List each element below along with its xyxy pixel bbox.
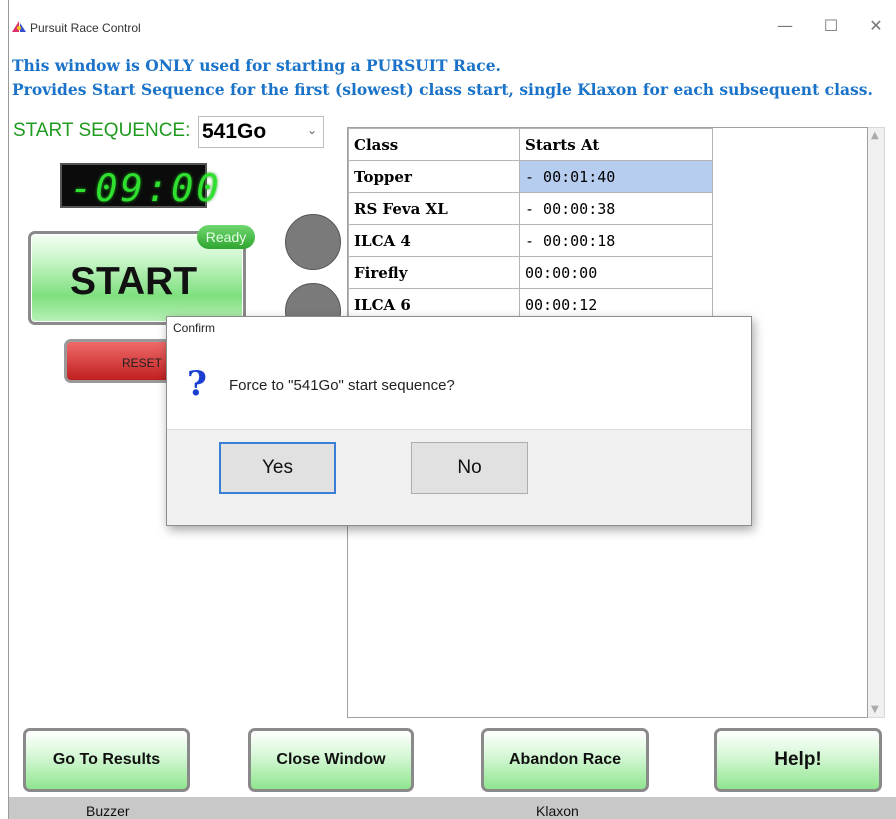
class-cell[interactable]: RS Feva XL — [348, 192, 520, 225]
buzzer-status: Buzzer — [86, 803, 130, 819]
maximize-button[interactable]: ☐ — [808, 12, 854, 40]
starts-at-cell[interactable]: 00:00:00 — [519, 256, 713, 289]
go-to-results-button[interactable]: Go To Results — [23, 728, 190, 792]
question-icon: ? — [187, 364, 207, 404]
help-label: Help! — [774, 749, 822, 770]
yes-button[interactable]: Yes — [219, 442, 336, 494]
info-line-1: This window is ONLY used for starting a … — [12, 56, 501, 75]
close-button[interactable]: ✕ — [853, 12, 896, 40]
countdown-clock: -09:00 — [60, 163, 219, 210]
confirm-dialog: Confirm ? Force to "541Go" start sequenc… — [166, 316, 752, 526]
starts-at-cell[interactable]: - 00:00:38 — [519, 192, 713, 225]
go-to-results-label: Go To Results — [52, 751, 161, 768]
table-header-row: Class Starts At — [348, 128, 713, 161]
dialog-title: Confirm — [173, 321, 216, 335]
window-title: Pursuit Race Control — [30, 21, 141, 35]
table-row[interactable]: Topper - 00:01:40 — [348, 160, 713, 193]
abandon-race-label: Abandon Race — [508, 751, 621, 768]
table-row[interactable]: ILCA 4 - 00:00:18 — [348, 224, 713, 257]
class-cell[interactable]: Topper — [348, 160, 520, 193]
window-left-border — [8, 0, 9, 819]
reset-button-label: RESET — [122, 356, 163, 370]
ready-badge: Ready — [197, 225, 255, 249]
klaxon-status: Klaxon — [536, 803, 579, 819]
start-button-label: START — [70, 260, 198, 303]
starts-at-cell[interactable]: - 00:01:40 — [519, 160, 713, 193]
signal-light-1 — [285, 214, 341, 270]
column-header-starts-at: Starts At — [519, 128, 713, 161]
minimize-button[interactable]: — — [762, 12, 808, 40]
vertical-scrollbar[interactable]: ▲ ▼ — [868, 127, 885, 718]
column-header-class: Class — [348, 128, 520, 161]
table-row[interactable]: Firefly 00:00:00 — [348, 256, 713, 289]
table-row[interactable]: RS Feva XL - 00:00:38 — [348, 192, 713, 225]
start-sequence-label: START SEQUENCE: — [13, 120, 191, 141]
close-window-button[interactable]: Close Window — [248, 728, 414, 792]
info-line-2: Provides Start Sequence for the first (s… — [12, 80, 873, 99]
start-sequence-value: 541Go — [202, 120, 267, 143]
starts-at-cell[interactable]: - 00:00:18 — [519, 224, 713, 257]
class-start-table: Class Starts At Topper - 00:01:40 RS Fev… — [348, 128, 713, 321]
abandon-race-button[interactable]: Abandon Race — [481, 728, 649, 792]
dialog-content-area: Confirm ? Force to "541Go" start sequenc… — [167, 317, 751, 430]
close-window-label: Close Window — [276, 751, 386, 768]
no-button[interactable]: No — [411, 442, 528, 494]
status-bar: Buzzer Klaxon — [9, 797, 896, 819]
dialog-message: Force to "541Go" start sequence? — [229, 377, 455, 394]
app-icon — [12, 21, 26, 32]
chevron-down-icon: ⌄ — [306, 123, 317, 137]
class-cell[interactable]: Firefly — [348, 256, 520, 289]
start-sequence-dropdown[interactable]: 541Go ⌄ — [198, 116, 324, 148]
countdown-digits: -09:00 — [70, 167, 222, 210]
class-cell[interactable]: ILCA 4 — [348, 224, 520, 257]
help-button[interactable]: Help! — [714, 728, 882, 792]
scroll-up-icon[interactable]: ▲ — [871, 130, 879, 141]
scroll-down-icon[interactable]: ▼ — [871, 704, 879, 715]
